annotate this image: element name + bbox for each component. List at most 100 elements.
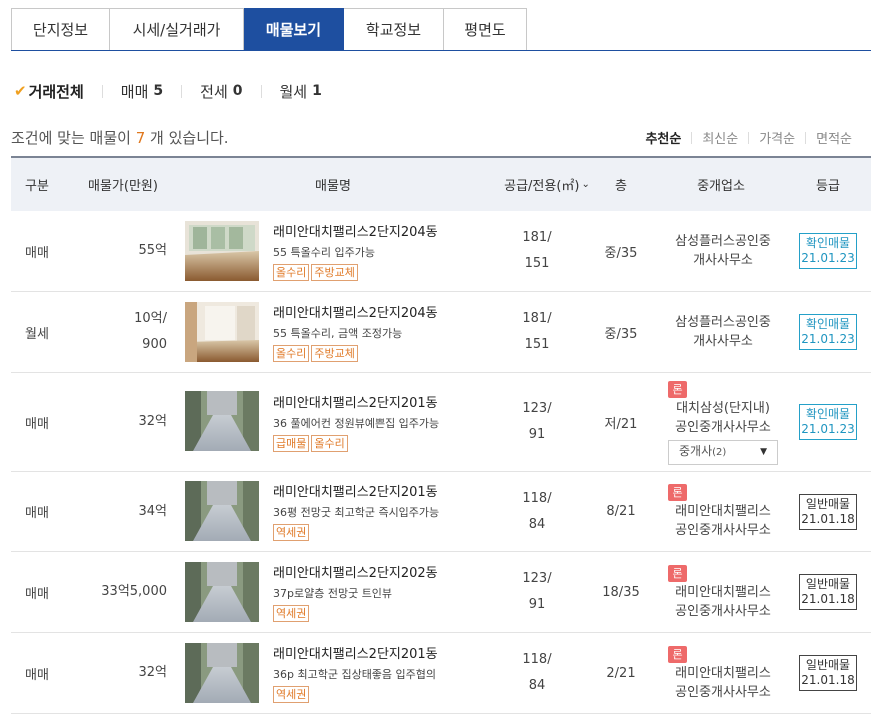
grade-date: 21.01.18 bbox=[801, 592, 855, 606]
grade-badge: 확인매물 21.01.23 bbox=[799, 233, 857, 269]
listing-info: 래미안대치팰리스2단지201동 36p 최고학군 집상태좋음 입주협의 역세권 bbox=[273, 643, 491, 703]
deal-type: 월세 bbox=[25, 326, 49, 342]
area-supply: 181/ bbox=[522, 230, 552, 245]
listing-info: 래미안대치팰리스2단지201동 36 풀에어컨 정원뷰예쁜집 입주가능 급매물 … bbox=[273, 392, 491, 452]
agent-name-line2: 개사사무소 bbox=[693, 334, 753, 349]
header-area[interactable]: 공급/전용(㎡) ⌄ bbox=[497, 158, 597, 211]
agent-select[interactable]: 중개사(2) ▼ bbox=[668, 439, 778, 465]
agent[interactable]: 론 래미안대치팰리스 공인중개사사무소 bbox=[657, 633, 789, 713]
grade: 확인매물 21.01.23 bbox=[795, 292, 861, 372]
listing-info: 래미안대치팰리스2단지202동 37p로얄층 전망굿 트인뷰 역세권 bbox=[273, 562, 491, 622]
listing-name[interactable]: 래미안대치팰리스2단지204동 bbox=[273, 302, 438, 321]
header-agent: 중개업소 bbox=[697, 179, 745, 194]
table-row[interactable]: 매매 32억 래미안대치팰리스2단지201동 36p 최고학군 집상태좋음 입주… bbox=[11, 633, 871, 714]
grade-label: 확인매물 bbox=[805, 317, 851, 331]
floor: 중/35 bbox=[604, 326, 638, 342]
listing-name[interactable]: 래미안대치팰리스2단지204동 bbox=[273, 221, 438, 240]
table-row[interactable]: 매매 55억 래미안대치팰리스2단지204동 55 특올수리 입주가능 올수리 … bbox=[11, 211, 871, 292]
header-floor: 층 bbox=[615, 179, 627, 194]
grade: 일반매물 21.01.18 bbox=[795, 472, 861, 551]
price-rent: 900 bbox=[142, 337, 167, 352]
listing-photo[interactable] bbox=[185, 221, 259, 281]
grade-label: 일반매물 bbox=[805, 496, 851, 511]
sort-latest[interactable]: 최신순 bbox=[702, 128, 738, 147]
table-row[interactable]: 매매 34억 래미안대치팰리스2단지201동 36평 전망굿 최고학군 즉시입주… bbox=[11, 472, 871, 552]
listing-photo[interactable] bbox=[185, 391, 259, 451]
area: 123/ 91 bbox=[509, 373, 565, 471]
filter-jeonse[interactable]: 전세 0 bbox=[200, 81, 242, 102]
agent-name-line1: 래미안대치팰리스 bbox=[675, 665, 771, 681]
price: 33억5,000 bbox=[63, 552, 167, 632]
grade-date: 21.01.18 bbox=[801, 511, 855, 526]
grade-badge: 확인매물 21.01.23 bbox=[799, 404, 857, 440]
header-area-label: 공급/전용(㎡) bbox=[504, 179, 580, 194]
price-main: 55억 bbox=[138, 243, 167, 258]
filter-label: 전세 bbox=[200, 82, 228, 101]
agent-name-line1: 래미안대치팰리스 bbox=[675, 584, 771, 600]
table-row[interactable]: 매매 32억 래미안대치팰리스2단지201동 36 풀에어컨 정원뷰예쁜집 입주… bbox=[11, 373, 871, 472]
sort-recommended[interactable]: 추천순 bbox=[645, 128, 681, 147]
feature-tag: 주방교체 bbox=[311, 345, 358, 362]
sort-price[interactable]: 가격순 bbox=[759, 128, 795, 147]
filter-count: 5 bbox=[153, 83, 164, 99]
grade-badge: 일반매물 21.01.18 bbox=[799, 655, 857, 691]
grade-date: 21.01.23 bbox=[801, 332, 855, 346]
price: 32억 bbox=[63, 373, 167, 471]
listing-desc: 36평 전망굿 최고학군 즉시입주가능 bbox=[273, 506, 440, 519]
count-suffix: 개 있습니다. bbox=[145, 129, 229, 147]
tab-complex-info[interactable]: 단지정보 bbox=[11, 8, 110, 51]
tab-floor-plan[interactable]: 평면도 bbox=[444, 8, 527, 51]
listing-photo[interactable] bbox=[185, 302, 259, 362]
agent-name-line1: 삼성플러스공인중 bbox=[675, 315, 771, 330]
divider bbox=[691, 131, 693, 144]
price-main: 33억5,000 bbox=[101, 584, 167, 599]
tab-school-info[interactable]: 학교정보 bbox=[344, 8, 444, 51]
header-type: 구분 bbox=[25, 179, 49, 194]
listing-photo[interactable] bbox=[185, 481, 259, 541]
listing-photo[interactable] bbox=[185, 562, 259, 622]
feature-tag: 역세권 bbox=[273, 524, 310, 541]
listing-name[interactable]: 래미안대치팰리스2단지201동 bbox=[273, 481, 438, 500]
loan-badge: 론 bbox=[668, 564, 687, 582]
count-number: 7 bbox=[135, 129, 146, 147]
listing-name[interactable]: 래미안대치팰리스2단지202동 bbox=[273, 562, 438, 581]
listing-desc: 55 특올수리, 금액 조정가능 bbox=[273, 327, 403, 340]
listing-desc: 36p 최고학군 집상태좋음 입주협의 bbox=[273, 668, 437, 681]
filter-monthly[interactable]: 월세 1 bbox=[280, 81, 322, 102]
table-header: 구분 매물가(만원) 매물명 공급/전용(㎡) ⌄ 층 중개업소 등급 bbox=[11, 156, 871, 211]
agent[interactable]: 론 래미안대치팰리스 공인중개사사무소 bbox=[657, 472, 789, 551]
feature-tag: 올수리 bbox=[273, 264, 310, 281]
loan-badge: 론 bbox=[668, 484, 687, 501]
listing-name[interactable]: 래미안대치팰리스2단지201동 bbox=[273, 392, 438, 411]
filter-all[interactable]: ✔ 거래전체 bbox=[14, 81, 84, 102]
area-supply: 123/ bbox=[522, 571, 552, 586]
agent[interactable]: 론 래미안대치팰리스 공인중개사사무소 bbox=[657, 552, 789, 632]
listing-photo[interactable] bbox=[185, 643, 259, 703]
price: 55억 bbox=[63, 211, 167, 291]
listing-name[interactable]: 래미안대치팰리스2단지201동 bbox=[273, 643, 438, 662]
floor: 2/21 bbox=[606, 665, 636, 681]
agent-select-label: 중개사 bbox=[679, 444, 713, 458]
agent[interactable]: 삼성플러스공인중 개사사무소 bbox=[657, 292, 789, 372]
tab-market-price[interactable]: 시세/실거래가 bbox=[110, 8, 244, 51]
agent[interactable]: 삼성플러스공인중 개사사무소 bbox=[657, 211, 789, 291]
table-row[interactable]: 매매 33억5,000 래미안대치팰리스2단지202동 37p로얄층 전망굿 트… bbox=[11, 552, 871, 633]
filter-sale[interactable]: 매매 5 bbox=[121, 81, 163, 102]
area-exclusive: 84 bbox=[528, 678, 546, 693]
table-row[interactable]: 월세 10억/ 900 래미안대치팰리스2단지204동 55 특올수리, 금액 … bbox=[11, 292, 871, 373]
agent-name-line1: 삼성플러스공인중 bbox=[675, 234, 771, 249]
feature-tag: 주방교체 bbox=[311, 264, 358, 281]
area-supply: 181/ bbox=[522, 311, 552, 326]
price-main: 10억/ bbox=[134, 311, 167, 326]
agent-name-line1: 래미안대치팰리스 bbox=[675, 504, 771, 519]
listing-desc: 55 특올수리 입주가능 bbox=[273, 246, 375, 259]
filter-count: 1 bbox=[312, 83, 322, 99]
agent[interactable]: 론 대치삼성(단지내) 공인중개사사무소 중개사(2) ▼ bbox=[657, 373, 789, 471]
grade: 일반매물 21.01.18 bbox=[795, 552, 861, 632]
floor: 저/21 bbox=[604, 416, 638, 432]
agent-name-line2: 공인중개사사무소 bbox=[675, 523, 771, 538]
tab-listings[interactable]: 매물보기 bbox=[244, 8, 344, 51]
grade-label: 확인매물 bbox=[805, 407, 851, 421]
price-main: 34억 bbox=[138, 503, 167, 519]
sort-area[interactable]: 면적순 bbox=[816, 128, 852, 147]
